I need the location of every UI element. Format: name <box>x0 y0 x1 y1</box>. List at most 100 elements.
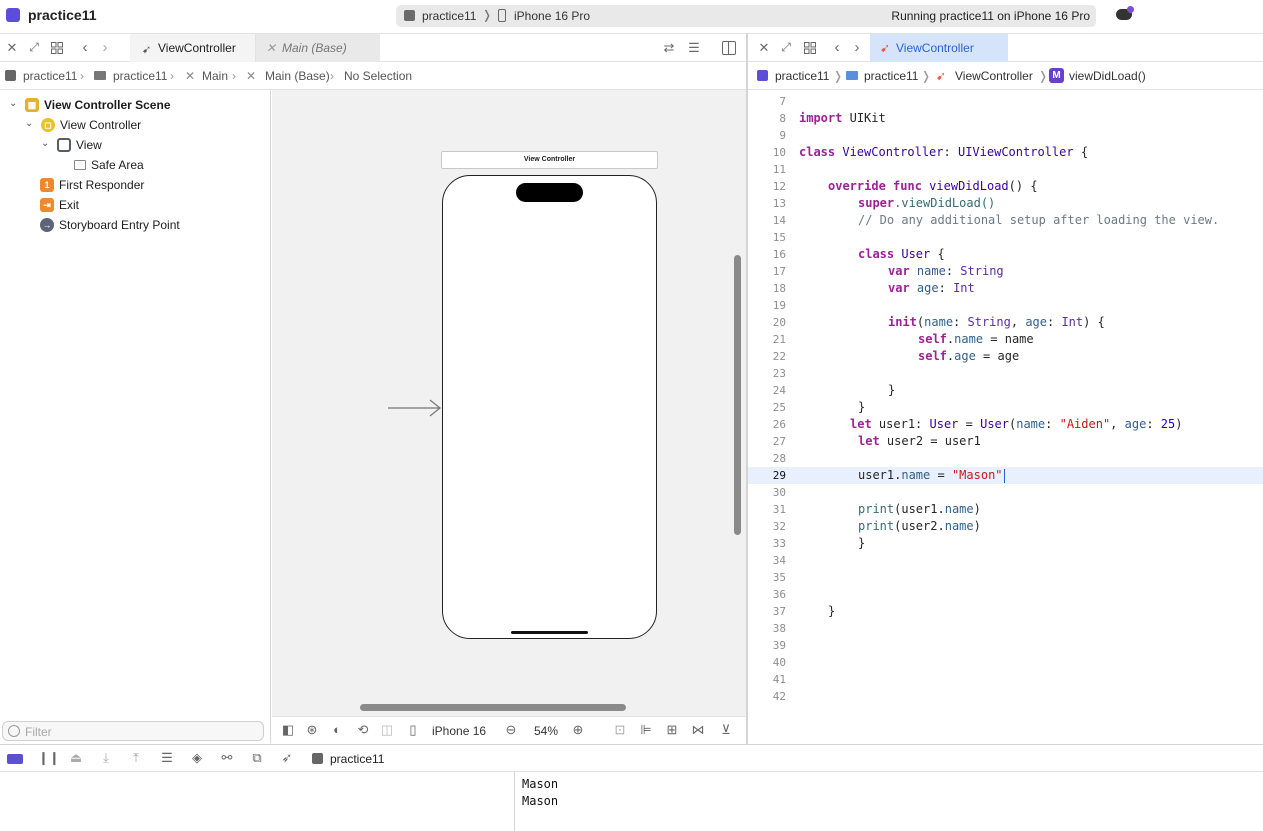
code-line[interactable]: 17 var name: String <box>748 263 1263 280</box>
step-over-icon[interactable]: ⏏ <box>68 750 84 766</box>
chevron-down-icon[interactable]: ⌄ <box>9 98 17 109</box>
code-line[interactable]: 34 <box>748 552 1263 569</box>
outline-item-entry-point[interactable]: → Storyboard Entry Point <box>0 215 180 235</box>
scene-title-bar[interactable]: View Controller <box>441 151 658 169</box>
tab-main-base[interactable]: ✕ Main (Base) <box>256 34 380 62</box>
code-line[interactable]: 7 <box>748 93 1263 110</box>
editor-options-icon[interactable]: ☰ <box>686 40 702 55</box>
breadcrumb-item[interactable]: practice11 <box>113 69 167 83</box>
run-destination[interactable]: iPhone 16 Pro <box>514 9 590 23</box>
chevron-down-icon[interactable]: ⌄ <box>41 138 49 149</box>
step-into-icon[interactable]: ⤓ <box>98 750 114 766</box>
activity-toggle-icon[interactable] <box>1116 6 1134 20</box>
outline-item-safe-area[interactable]: Safe Area <box>0 155 144 175</box>
device-icon[interactable]: ▯ <box>405 722 421 738</box>
chevron-down-icon[interactable]: ⌄ <box>25 118 33 129</box>
code-line[interactable]: 24} <box>748 382 1263 399</box>
filter-placeholder[interactable]: Filter <box>25 725 52 739</box>
code-line-active[interactable]: 29 user1.name = "Mason" <box>748 467 1263 484</box>
tab-viewcontroller[interactable]: ➹ ViewController <box>130 34 256 62</box>
storyboard-canvas[interactable]: View Controller <box>272 90 747 743</box>
outline-item-first-responder[interactable]: 1 First Responder <box>0 175 144 195</box>
horizontal-scrollbar[interactable] <box>360 704 626 711</box>
code-line[interactable]: 16 class User { <box>748 246 1263 263</box>
code-line[interactable]: 30 <box>748 484 1263 501</box>
code-line[interactable]: 31 print(user1.name) <box>748 501 1263 518</box>
tab-viewcontroller[interactable]: ➹ ViewController <box>870 34 1008 62</box>
forward-icon[interactable]: › <box>99 39 111 56</box>
code-line[interactable]: 19 <box>748 297 1263 314</box>
appearance-icon[interactable]: ◐ <box>329 722 345 738</box>
outline-item-exit[interactable]: ⇥ Exit <box>0 195 79 215</box>
close-editor-icon[interactable]: ✕ <box>5 40 19 55</box>
outline-item-scene[interactable]: ⌄ ▦ View Controller Scene <box>0 95 171 115</box>
breadcrumb-item[interactable]: Main <box>202 69 228 83</box>
add-constraints-icon[interactable]: ⊞ <box>664 722 680 738</box>
grid-icon[interactable] <box>51 42 63 54</box>
device-selector[interactable]: iPhone 16 <box>432 724 486 738</box>
breadcrumb-item[interactable]: ViewController <box>955 69 1033 83</box>
code-line[interactable]: 42 <box>748 688 1263 705</box>
align-icon[interactable]: ⊫ <box>638 722 654 738</box>
embed-in-icon[interactable]: ⊻ <box>718 722 734 738</box>
breadcrumb-item[interactable]: practice11 <box>864 69 918 83</box>
code-line[interactable]: 41 <box>748 671 1263 688</box>
code-line[interactable]: 36 <box>748 586 1263 603</box>
breadcrumb-item[interactable]: practice11 <box>775 69 829 83</box>
debug-console[interactable]: Mason Mason <box>0 772 1263 831</box>
embed-icon[interactable]: ⊡ <box>612 722 628 738</box>
expand-icon[interactable]: ⤢ <box>27 40 41 54</box>
close-editor-icon[interactable]: ✕ <box>757 40 771 55</box>
breadcrumb-item[interactable]: No Selection <box>344 69 412 83</box>
code-line[interactable]: 28 <box>748 450 1263 467</box>
code-line[interactable]: 35 <box>748 569 1263 586</box>
code-line[interactable]: 39 <box>748 637 1263 654</box>
breadcrumb-item[interactable]: Main (Base) <box>265 69 330 83</box>
iphone-device-frame[interactable] <box>442 175 657 639</box>
outline-item-view-controller[interactable]: ⌄ ◻ View Controller <box>0 115 141 135</box>
back-icon[interactable]: ‹ <box>79 39 91 56</box>
toggle-debug-area-icon[interactable] <box>7 754 23 764</box>
code-line[interactable]: 8 import UIKit <box>748 110 1263 127</box>
orientation-icon[interactable]: ⟲ <box>355 722 371 738</box>
environment-overrides-icon[interactable]: ⧉ <box>249 750 265 766</box>
debug-scheme[interactable]: practice11 <box>330 752 384 766</box>
code-line[interactable]: 40 <box>748 654 1263 671</box>
related-items-icon[interactable]: ⇄ <box>662 40 676 55</box>
outline-item-view[interactable]: ⌄ View <box>0 135 102 155</box>
code-line[interactable]: 10 class ViewController: UIViewController… <box>748 144 1263 161</box>
code-line[interactable]: 9 <box>748 127 1263 144</box>
code-line[interactable]: 33} <box>748 535 1263 552</box>
accessibility-icon[interactable]: ⊛ <box>304 722 320 738</box>
memory-graph-icon[interactable]: ⚯ <box>219 750 235 766</box>
code-line[interactable]: 14 // Do any additional setup after loadi… <box>748 212 1263 229</box>
expand-icon[interactable]: ⤢ <box>779 40 793 54</box>
breadcrumb-item[interactable]: practice11 <box>23 69 77 83</box>
outline-toggle-icon[interactable]: ◧ <box>280 722 296 738</box>
console-divider[interactable] <box>514 772 515 831</box>
code-line[interactable]: 25} <box>748 399 1263 416</box>
code-editor[interactable]: 7 8 import UIKit 9 10 class ViewController… <box>748 90 1263 743</box>
vertical-scrollbar[interactable] <box>734 255 741 535</box>
code-line[interactable]: 18 var age: Int <box>748 280 1263 297</box>
code-line[interactable]: 38 <box>748 620 1263 637</box>
code-line[interactable]: 22 self.age = age <box>748 348 1263 365</box>
forward-icon[interactable]: › <box>851 39 863 56</box>
code-line[interactable]: 13 super.viewDidLoad() <box>748 195 1263 212</box>
zoom-in-icon[interactable]: ⊕ <box>570 722 586 738</box>
entry-point-arrow-icon[interactable] <box>388 398 442 418</box>
code-line[interactable]: 37} <box>748 603 1263 620</box>
breadcrumb-item[interactable]: viewDidLoad() <box>1069 69 1146 83</box>
add-editor-icon[interactable] <box>722 41 736 55</box>
code-line[interactable]: 26 let user1: User = User(name: "Aiden", … <box>748 416 1263 433</box>
zoom-level[interactable]: 54% <box>534 724 558 738</box>
code-line[interactable]: 11 <box>748 161 1263 178</box>
pause-icon[interactable]: ❙❙ <box>38 750 60 766</box>
debug-3d-icon[interactable]: ◈ <box>189 750 205 766</box>
grid-icon[interactable] <box>804 42 816 54</box>
outline-filter-field[interactable]: Filter <box>2 721 264 741</box>
scheme-selector[interactable]: practice11 ❭ iPhone 16 Pro Running pract… <box>396 5 1096 27</box>
simulate-location-icon[interactable]: ➶ <box>279 750 295 766</box>
code-line[interactable]: 27 let user2 = user1 <box>748 433 1263 450</box>
view-hierarchy-icon[interactable]: ☰ <box>159 750 175 766</box>
